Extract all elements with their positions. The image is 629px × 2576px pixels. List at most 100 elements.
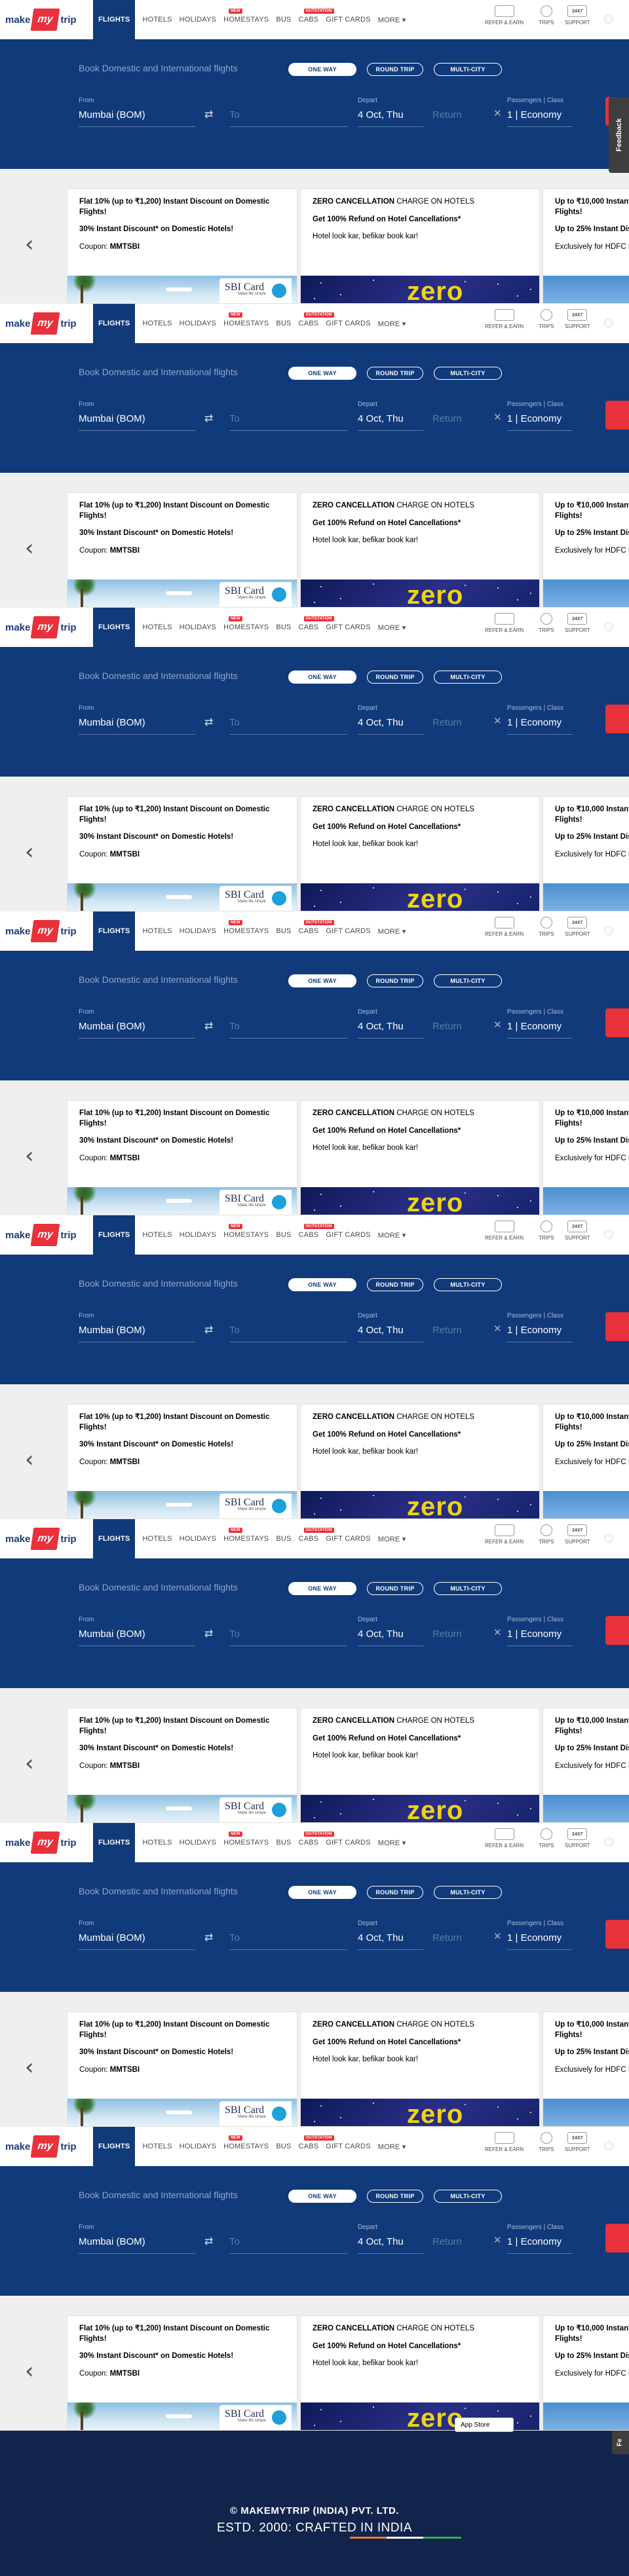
- nav-item-flights[interactable]: FLIGHTS: [93, 2127, 136, 2166]
- nav-item-hotels[interactable]: HOTELS: [142, 320, 172, 327]
- search-button[interactable]: [605, 1616, 629, 1645]
- nav-item-more[interactable]: MORE ▾: [378, 1839, 406, 1847]
- to-field[interactable]: To: [229, 1627, 347, 1646]
- offer-card[interactable]: ZERO CANCELLATION CHARGE ON HOTELS Get 10…: [300, 189, 540, 304]
- to-field[interactable]: To: [229, 411, 347, 431]
- nav-item-bus[interactable]: BUS: [276, 927, 291, 935]
- offer-card[interactable]: Flat 10% (up to ₹1,200) Instant Discount…: [67, 2012, 297, 2127]
- offer-card[interactable]: ZERO CANCELLATION CHARGE ON HOTELS Get 10…: [300, 1100, 540, 1215]
- swap-icon[interactable]: ⇄: [204, 1627, 213, 1640]
- nav-item-hotels[interactable]: HOTELS: [142, 927, 172, 935]
- passengers-field[interactable]: 1 | Economy: [507, 107, 573, 127]
- makemytrip-logo[interactable]: make my trip: [5, 1224, 77, 1246]
- nav-item-gift-cards[interactable]: GIFT CARDS: [326, 1231, 370, 1239]
- profile-icon[interactable]: [604, 14, 613, 24]
- nav-item-bus[interactable]: BUS: [276, 2143, 291, 2150]
- offer-card[interactable]: Flat 10% (up to ₹1,200) Instant Discount…: [67, 796, 297, 911]
- nav-item-homestays[interactable]: HOMESTAYS NEW: [223, 1831, 269, 1847]
- trip-type-one-way[interactable]: ONE WAY: [288, 367, 356, 380]
- from-field[interactable]: Mumbai (BOM): [79, 1019, 195, 1039]
- nav-item-hotels[interactable]: HOTELS: [142, 1535, 172, 1543]
- nav-item-cabs[interactable]: CABS OUTSTATION: [299, 312, 334, 327]
- clear-return-icon[interactable]: ✕: [493, 715, 502, 727]
- trip-type-multi-city[interactable]: MULTI-CITY: [434, 1886, 502, 1899]
- clear-return-icon[interactable]: ✕: [493, 1323, 502, 1334]
- nav-item-flights[interactable]: FLIGHTS: [93, 1519, 136, 1558]
- trip-type-multi-city[interactable]: MULTI-CITY: [434, 367, 502, 380]
- trip-type-round-trip[interactable]: ROUND TRIP: [367, 1582, 423, 1595]
- trips-button[interactable]: TRIPS: [539, 1524, 554, 1545]
- swap-icon[interactable]: ⇄: [204, 1931, 213, 1944]
- nav-item-more[interactable]: MORE ▾: [378, 320, 406, 328]
- refer-earn-button[interactable]: REFER & EARN: [485, 1221, 524, 1241]
- offer-card[interactable]: Flat 10% (up to ₹1,200) Instant Discount…: [67, 1404, 297, 1519]
- nav-item-bus[interactable]: BUS: [276, 1535, 291, 1543]
- depart-field[interactable]: 4 Oct, Thu: [358, 411, 423, 431]
- depart-field[interactable]: 4 Oct, Thu: [358, 715, 423, 735]
- nav-item-cabs[interactable]: CABS OUTSTATION: [299, 1224, 334, 1239]
- nav-item-bus[interactable]: BUS: [276, 1839, 291, 1847]
- clear-return-icon[interactable]: ✕: [493, 411, 502, 423]
- trip-type-one-way[interactable]: ONE WAY: [288, 1582, 356, 1595]
- to-field[interactable]: To: [229, 1323, 347, 1342]
- return-field[interactable]: Return: [432, 1323, 489, 1342]
- trips-button[interactable]: TRIPS: [539, 1221, 554, 1241]
- chevron-left-icon[interactable]: ‹: [25, 1752, 34, 1775]
- refer-earn-button[interactable]: REFER & EARN: [485, 2132, 524, 2152]
- nav-item-flights[interactable]: FLIGHTS: [93, 304, 136, 343]
- chevron-left-icon[interactable]: ‹: [25, 2056, 34, 2078]
- nav-item-homestays[interactable]: HOMESTAYS NEW: [223, 920, 269, 935]
- feedback-button[interactable]: Feedback: [609, 97, 629, 173]
- offer-card[interactable]: Up to ₹10,000 Instant Discount on Intern…: [543, 492, 629, 608]
- nav-item-homestays[interactable]: HOMESTAYS NEW: [223, 9, 269, 24]
- nav-item-more[interactable]: MORE ▾: [378, 2143, 406, 2151]
- trip-type-one-way[interactable]: ONE WAY: [288, 1886, 356, 1899]
- passengers-field[interactable]: 1 | Economy: [507, 1323, 573, 1342]
- profile-icon[interactable]: [604, 1230, 613, 1239]
- nav-item-hotels[interactable]: HOTELS: [142, 16, 172, 24]
- chevron-left-icon[interactable]: ‹: [25, 1145, 34, 1167]
- from-field[interactable]: Mumbai (BOM): [79, 1627, 195, 1646]
- makemytrip-logo[interactable]: make my trip: [5, 1831, 77, 1854]
- return-field[interactable]: Return: [432, 411, 489, 431]
- nav-item-cabs[interactable]: CABS OUTSTATION: [299, 1831, 334, 1847]
- support-button[interactable]: 24X7 SUPPORT: [565, 5, 590, 26]
- profile-icon[interactable]: [604, 318, 613, 327]
- return-field[interactable]: Return: [432, 107, 489, 127]
- from-field[interactable]: Mumbai (BOM): [79, 715, 195, 735]
- search-button[interactable]: [605, 401, 629, 430]
- from-field[interactable]: Mumbai (BOM): [79, 2234, 195, 2254]
- offer-card[interactable]: ZERO CANCELLATION CHARGE ON HOTELS Get 10…: [300, 796, 540, 911]
- nav-item-more[interactable]: MORE ▾: [378, 16, 406, 24]
- nav-item-more[interactable]: MORE ▾: [378, 1231, 406, 1240]
- profile-icon[interactable]: [604, 1534, 613, 1543]
- clear-return-icon[interactable]: ✕: [493, 1019, 502, 1031]
- nav-item-homestays[interactable]: HOMESTAYS NEW: [223, 616, 269, 631]
- profile-icon[interactable]: [604, 1837, 613, 1847]
- trip-type-one-way[interactable]: ONE WAY: [288, 2190, 356, 2203]
- swap-icon[interactable]: ⇄: [204, 412, 213, 425]
- nav-item-flights[interactable]: FLIGHTS: [93, 1823, 136, 1862]
- to-field[interactable]: To: [229, 1930, 347, 1950]
- passengers-field[interactable]: 1 | Economy: [507, 411, 573, 431]
- depart-field[interactable]: 4 Oct, Thu: [358, 1627, 423, 1646]
- nav-item-bus[interactable]: BUS: [276, 623, 291, 631]
- trips-button[interactable]: TRIPS: [539, 2132, 554, 2152]
- support-button[interactable]: 24X7 SUPPORT: [565, 613, 590, 633]
- clear-return-icon[interactable]: ✕: [493, 1627, 502, 1638]
- trip-type-round-trip[interactable]: ROUND TRIP: [367, 63, 423, 76]
- nav-item-holidays[interactable]: HOLIDAYS: [180, 1535, 216, 1543]
- feedback-tab[interactable]: Fe: [612, 2431, 629, 2454]
- swap-icon[interactable]: ⇄: [204, 1323, 213, 1336]
- offer-card[interactable]: Up to ₹10,000 Instant Discount on Intern…: [543, 189, 629, 304]
- nav-item-homestays[interactable]: HOMESTAYS NEW: [223, 2135, 269, 2150]
- return-field[interactable]: Return: [432, 715, 489, 735]
- offer-card[interactable]: ZERO CANCELLATION CHARGE ON HOTELS Get 10…: [300, 1404, 540, 1519]
- nav-item-more[interactable]: MORE ▾: [378, 1535, 406, 1543]
- support-button[interactable]: 24X7 SUPPORT: [565, 2132, 590, 2152]
- to-field[interactable]: To: [229, 715, 347, 735]
- profile-icon[interactable]: [604, 926, 613, 935]
- trip-type-multi-city[interactable]: MULTI-CITY: [434, 63, 502, 76]
- nav-item-homestays[interactable]: HOMESTAYS NEW: [223, 1528, 269, 1543]
- refer-earn-button[interactable]: REFER & EARN: [485, 5, 524, 26]
